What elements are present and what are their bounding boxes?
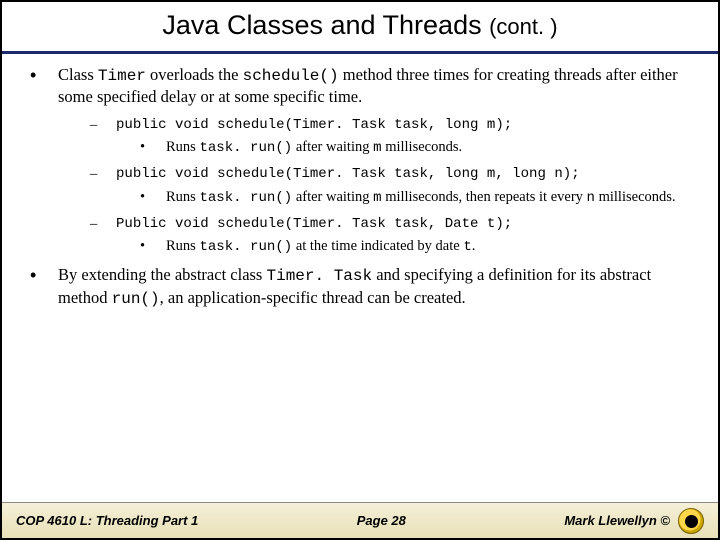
t: Class <box>58 65 98 84</box>
footer-right: Mark Llewellyn © <box>564 508 704 534</box>
desc-1-text: Runs task. run() after waiting m millise… <box>166 138 462 157</box>
t: milliseconds. <box>595 189 676 205</box>
bullet-2: • By extending the abstract class Timer.… <box>30 264 690 309</box>
t: milliseconds. <box>382 139 463 155</box>
t: after waiting <box>292 139 373 155</box>
code: task. run() <box>199 239 292 255</box>
footer-author: Mark Llewellyn © <box>564 513 670 528</box>
t: at the time indicated by date <box>292 238 463 254</box>
desc-1: • Runs task. run() after waiting m milli… <box>140 138 690 157</box>
signature-3: Public void schedule(Timer. Task task, D… <box>116 215 512 234</box>
code: t <box>463 239 471 255</box>
desc-3: • Runs task. run() at the time indicated… <box>140 237 690 256</box>
dash: – <box>90 215 116 234</box>
bullet-dot: • <box>30 264 58 309</box>
code: task. run() <box>199 190 292 206</box>
slide-title: Java Classes and Threads (cont. ) <box>18 10 702 41</box>
bullet-dot: • <box>140 237 166 256</box>
code: n <box>587 190 595 206</box>
code: schedule() <box>243 67 339 85</box>
bullet-1-text: Class Timer overloads the schedule() met… <box>58 64 690 108</box>
t: Runs <box>166 139 199 155</box>
signature-1: public void schedule(Timer. Task task, l… <box>116 116 512 135</box>
sub-bullet-3: – Public void schedule(Timer. Task task,… <box>90 215 690 234</box>
bullet-1: • Class Timer overloads the schedule() m… <box>30 64 690 108</box>
dash: – <box>90 165 116 184</box>
t: after waiting <box>292 189 373 205</box>
t: Runs <box>166 189 199 205</box>
slide: Java Classes and Threads (cont. ) • Clas… <box>0 0 720 540</box>
t: , an application-specific thread can be … <box>160 288 466 307</box>
desc-3-text: Runs task. run() at the time indicated b… <box>166 237 475 256</box>
title-cont: (cont. ) <box>489 14 557 39</box>
bullet-dot: • <box>30 64 58 108</box>
t: overloads the <box>146 65 243 84</box>
bullet-dot: • <box>140 188 166 207</box>
footer-left: COP 4610 L: Threading Part 1 <box>16 513 198 528</box>
code: run() <box>112 290 160 308</box>
sub-bullet-2: – public void schedule(Timer. Task task,… <box>90 165 690 184</box>
footer-page: Page 28 <box>198 513 564 528</box>
bullet-dot: • <box>140 138 166 157</box>
bullet-2-text: By extending the abstract class Timer. T… <box>58 264 690 309</box>
code: Timer. Task <box>266 267 372 285</box>
code: m <box>373 140 381 156</box>
t: By extending the abstract class <box>58 265 266 284</box>
t: . <box>472 238 476 254</box>
title-band: Java Classes and Threads (cont. ) <box>2 2 718 54</box>
dash: – <box>90 116 116 135</box>
slide-body: • Class Timer overloads the schedule() m… <box>2 54 718 502</box>
title-main: Java Classes and Threads <box>162 10 481 40</box>
t: Runs <box>166 238 199 254</box>
desc-2: • Runs task. run() after waiting m milli… <box>140 188 690 207</box>
ucf-logo-icon <box>678 508 704 534</box>
code: Timer <box>98 67 146 85</box>
signature-2: public void schedule(Timer. Task task, l… <box>116 165 580 184</box>
code: task. run() <box>199 140 292 156</box>
t: milliseconds, then repeats it every <box>382 189 587 205</box>
sub-bullet-1: – public void schedule(Timer. Task task,… <box>90 116 690 135</box>
desc-2-text: Runs task. run() after waiting m millise… <box>166 188 676 207</box>
code: m <box>373 190 381 206</box>
footer: COP 4610 L: Threading Part 1 Page 28 Mar… <box>2 502 718 538</box>
